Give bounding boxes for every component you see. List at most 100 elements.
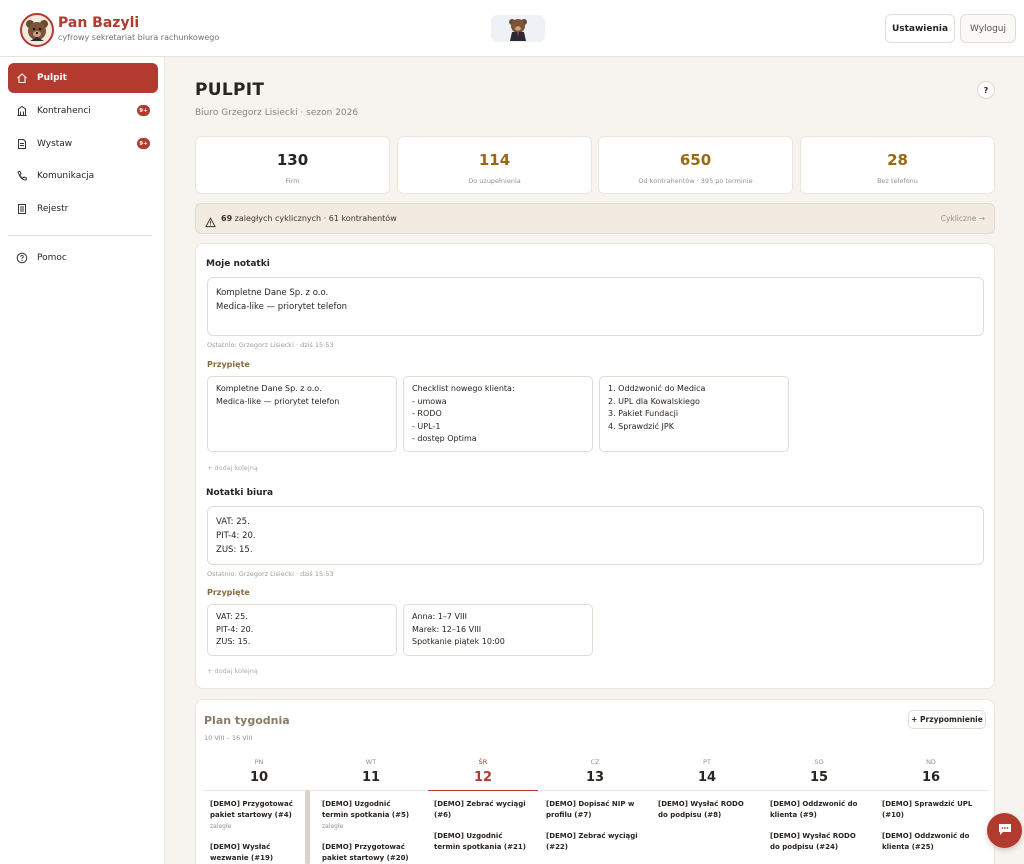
task-item[interactable]: [DEMO] Zebrać wyciągi (#6): [434, 799, 530, 821]
help-icon: [16, 252, 28, 264]
day-header-today[interactable]: ŚR 12: [428, 758, 538, 785]
task-item[interactable]: [DEMO] Zebrać wyciągi (#22): [546, 831, 642, 853]
task-item[interactable]: [DEMO] Oddzwonić do klienta (#25): [882, 831, 978, 853]
sidebar-item-pulpit[interactable]: Pulpit: [8, 63, 158, 93]
pinned-note[interactable]: VAT: 25. PIT-4: 20. ZUS: 15.: [207, 604, 397, 656]
page-subtitle: Biuro Grzegorz Lisiecki · sezon 2026: [195, 108, 359, 118]
top-bar: Pan Bazyli cyfrowy sekretariat biura rac…: [0, 0, 1024, 57]
sidebar-divider: [8, 235, 152, 236]
stat-card-no-phone[interactable]: 28 Bez telefonu: [800, 136, 995, 194]
sidebar-item-komunikacja[interactable]: Komunikacja: [8, 161, 158, 191]
my-notes-meta: Ostatnio: Grzegorz Lisiecki · dziś 15:53: [207, 341, 334, 349]
day-name: ND: [926, 758, 936, 766]
task-item[interactable]: [DEMO] Wysłać wezwanie (#19): [210, 842, 300, 864]
task-item[interactable]: [DEMO] Oddzwonić do klienta (#9): [770, 799, 866, 821]
day-number: 10: [249, 770, 269, 785]
day-name: ŚR: [478, 758, 488, 766]
stat-value: 650: [679, 151, 712, 169]
day-header[interactable]: PT 14: [652, 758, 762, 785]
phone-icon: [16, 170, 28, 182]
alert-text: 69 zaległych cyklicznych · 61 kontrahent…: [221, 214, 397, 223]
sidebar-item-pomoc[interactable]: Pomoc: [8, 243, 158, 273]
home-icon: [16, 72, 28, 84]
sidebar-item-wystaw[interactable]: Wystaw 9+: [8, 129, 158, 159]
pinned-note[interactable]: Checklist nowego klienta: - umowa - RODO…: [403, 376, 593, 452]
stat-card-to-complete[interactable]: 114 Do uzupełnienia: [397, 136, 592, 194]
day-number: 15: [809, 770, 829, 785]
day-header[interactable]: CZ 13: [540, 758, 650, 785]
brand-name: Pan Bazyli: [58, 15, 140, 31]
cyclic-link[interactable]: Cykliczne →: [941, 214, 985, 223]
week-plan-card: Plan tygodnia 10 VIII – 16 VIII + Przypo…: [195, 699, 995, 864]
add-note-link[interactable]: + dodaj kolejną: [207, 667, 258, 675]
task-status: zaległe: [322, 823, 344, 830]
task-item[interactable]: [DEMO] Wysłać RODO do podpisu (#8): [658, 799, 754, 821]
day-divider: [204, 790, 428, 791]
chat-fab-button[interactable]: [987, 813, 1022, 848]
day-name: CZ: [590, 758, 600, 766]
add-reminder-button[interactable]: + Przypomnienie: [908, 710, 986, 729]
stat-value: 114: [478, 151, 511, 169]
settings-button[interactable]: Ustawienia: [885, 14, 955, 43]
page-title: PULPIT: [195, 80, 265, 100]
day-number: 14: [697, 770, 717, 785]
sidebar-item-rejestr[interactable]: Rejestr: [8, 194, 158, 224]
office-notes-meta: Ostatnio: Grzegorz Lisiecki · dziś 15:53: [207, 570, 334, 578]
day-number: 11: [361, 770, 381, 785]
sidebar-item-label: Pulpit: [37, 73, 67, 83]
pinned-note[interactable]: Anna: 1–7 VIII Marek: 12–16 VIII Spotkan…: [403, 604, 593, 656]
alert-message: zaległych cyklicznych · 61 kontrahentów: [232, 214, 397, 223]
stat-value: 130: [276, 151, 309, 169]
sidebar: Pulpit Kontrahenci 9+ Wystaw 9+ Komunika…: [0, 57, 165, 864]
my-notes-textarea[interactable]: Kompletne Dane Sp. z o.o. Medica-like — …: [207, 277, 984, 336]
task-item[interactable]: [DEMO] Uzgodnić termin spotkania (#21): [434, 831, 530, 853]
bear-mascot-icon: [491, 15, 545, 42]
task-item[interactable]: [DEMO] Przygotować pakiet startowy (#20): [322, 842, 416, 864]
logout-button[interactable]: Wyloguj: [960, 14, 1016, 43]
day-header[interactable]: ND 16: [876, 758, 986, 785]
pinned-title: Przypięte: [207, 360, 250, 369]
task-item[interactable]: [DEMO] Dopisać NIP w profilu (#7): [546, 799, 642, 821]
week-plan-title: Plan tygodnia: [204, 714, 290, 727]
stat-label: Od kontrahentów · 395 po terminie: [638, 177, 753, 185]
today-divider: [428, 790, 538, 791]
count-badge: 9+: [137, 138, 150, 149]
chat-icon: [997, 821, 1013, 841]
day-divider: [540, 790, 988, 791]
task-item[interactable]: [DEMO] Wysłać RODO do podpisu (#24): [770, 831, 866, 853]
sidebar-item-label: Komunikacja: [37, 171, 95, 181]
day-header[interactable]: WT 11: [316, 758, 426, 785]
day-number: 13: [585, 770, 605, 785]
day-name: PN: [254, 758, 264, 766]
building-icon: [16, 105, 28, 117]
day-header[interactable]: PN 10: [204, 758, 314, 785]
task-status: zaległe: [210, 823, 232, 830]
pinned-title: Przypięte: [207, 588, 250, 597]
brand-tagline: cyfrowy sekretariat biura rachunkowego: [58, 33, 220, 42]
add-note-link[interactable]: + dodaj kolejną: [207, 464, 258, 472]
sidebar-item-label: Rejestr: [37, 204, 69, 214]
task-item[interactable]: [DEMO] Sprawdzić UPL (#10): [882, 799, 978, 821]
count-badge: 9+: [137, 105, 150, 116]
sidebar-item-label: Wystaw: [37, 139, 73, 149]
office-notes-textarea[interactable]: VAT: 25. PIT-4: 20. ZUS: 15.: [207, 506, 984, 565]
task-item[interactable]: [DEMO] Uzgodnić termin spotkania (#5): [322, 799, 416, 821]
stat-card-firms[interactable]: 130 Firm: [195, 136, 390, 194]
bear-logo-icon[interactable]: [20, 13, 54, 47]
stat-card-from-clients[interactable]: 650 Od kontrahentów · 395 po terminie: [598, 136, 793, 194]
sidebar-item-kontrahenci[interactable]: Kontrahenci 9+: [8, 96, 158, 126]
stat-value: 28: [887, 151, 908, 169]
task-list-scrollbar[interactable]: [305, 790, 310, 864]
help-button[interactable]: ?: [977, 81, 995, 99]
task-item[interactable]: [DEMO] Przygotować pakiet startowy (#4): [210, 799, 300, 821]
pinned-note[interactable]: Kompletne Dane Sp. z o.o. Medica-like — …: [207, 376, 397, 452]
day-header[interactable]: SO 15: [764, 758, 874, 785]
warning-icon: [205, 213, 216, 232]
day-name: SO: [814, 758, 824, 766]
stat-label: Firm: [285, 177, 300, 185]
sidebar-item-label: Kontrahenci: [37, 106, 91, 116]
pinned-note[interactable]: 1. Oddzwonić do Medica 2. UPL dla Kowals…: [599, 376, 789, 452]
document-icon: [16, 138, 28, 150]
my-notes-title: Moje notatki: [206, 259, 270, 269]
day-name: PT: [703, 758, 711, 766]
